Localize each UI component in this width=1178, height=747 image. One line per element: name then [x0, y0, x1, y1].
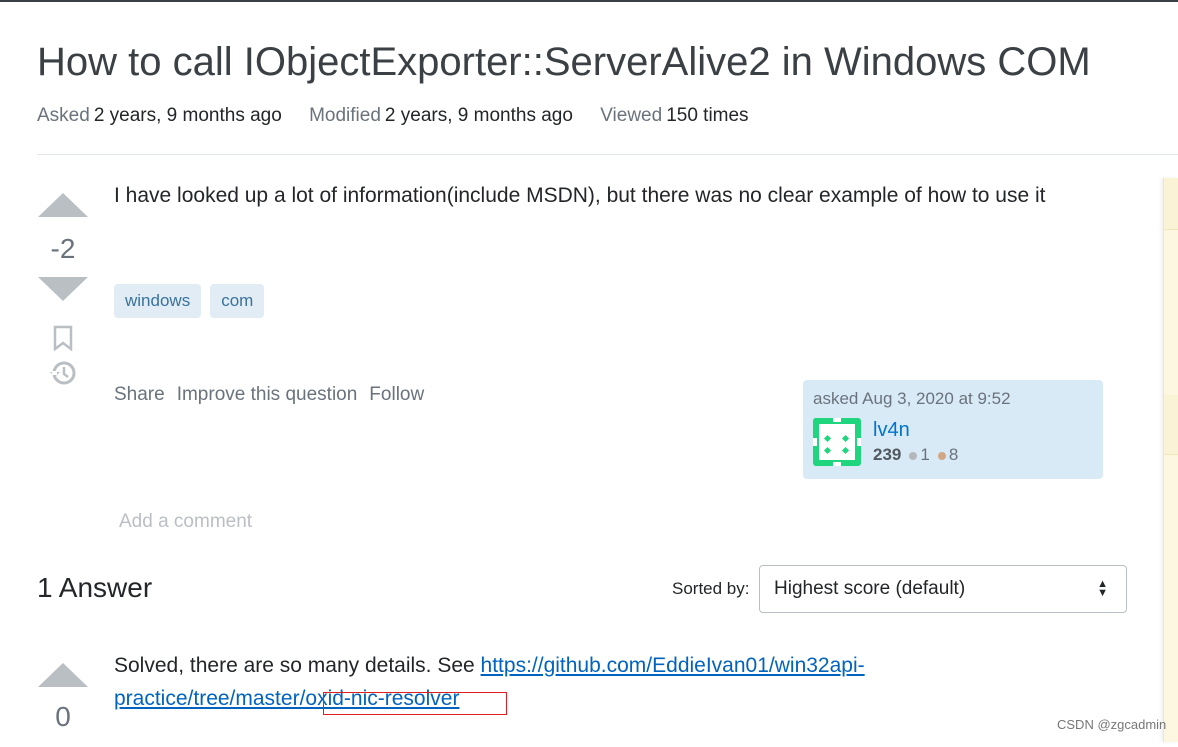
bronze-badge-count: 8	[948, 445, 959, 464]
viewed-value: 150 times	[666, 105, 749, 126]
asked-label: Asked	[37, 105, 90, 126]
asked-timestamp[interactable]: asked Aug 3, 2020 at 9:52	[813, 389, 1093, 409]
sort-value: Highest score (default)	[774, 578, 966, 599]
tag-windows[interactable]: windows	[114, 284, 202, 318]
post-actions: Share Improve this question Follow	[114, 384, 424, 406]
upvote-button[interactable]	[38, 193, 88, 217]
sidebar-panel	[1163, 178, 1178, 742]
share-link[interactable]: Share	[114, 384, 165, 406]
modified-label: Modified	[309, 105, 381, 126]
user-name[interactable]: lv4n	[873, 419, 910, 442]
follow-link[interactable]: Follow	[369, 384, 424, 406]
answer-text: Solved, there are so many details. See	[114, 654, 481, 677]
answer-body: Solved, there are so many details. See h…	[114, 649, 1114, 715]
question-meta: Asked 2 years, 9 months ago Modified 2 yea…	[37, 105, 771, 127]
user-card: asked Aug 3, 2020 at 9:52 lv4n 239 1 8	[803, 380, 1103, 479]
tag-list: windows com	[114, 284, 265, 318]
reputation-score: 239	[873, 445, 902, 464]
highlight-box	[323, 692, 507, 715]
silver-badge-count: 1	[920, 445, 930, 464]
divider	[37, 154, 1178, 155]
answer-link-line1[interactable]: https://github.com/EddieIvan01/win32api-	[481, 654, 865, 677]
modified-value[interactable]: 2 years, 9 months ago	[385, 105, 573, 126]
avatar[interactable]	[813, 418, 861, 466]
answers-heading: 1 Answer	[37, 572, 153, 603]
question-body: I have looked up a lot of information(in…	[114, 184, 1046, 207]
sort-select[interactable]: Highest score (default) ▲ ▼	[759, 565, 1127, 613]
answer-score: 0	[55, 701, 71, 732]
question-vote: -2	[37, 193, 89, 387]
question-score: -2	[50, 233, 76, 264]
bronze-badge-icon	[937, 451, 946, 460]
improve-question-link[interactable]: Improve this question	[177, 384, 358, 406]
question-title[interactable]: How to call IObjectExporter::ServerAlive…	[37, 40, 1091, 85]
answer-upvote-button[interactable]	[38, 663, 88, 687]
asked-value: 2 years, 9 months ago	[93, 105, 282, 126]
sort-arrows-icon: ▲ ▼	[1097, 578, 1108, 599]
watermark: CSDN @zgcadmin	[1057, 717, 1167, 732]
tag-com[interactable]: com	[210, 284, 265, 318]
downvote-button[interactable]	[38, 277, 88, 301]
viewed-label: Viewed	[600, 105, 663, 126]
add-comment-link[interactable]: Add a comment	[119, 511, 252, 533]
answer-vote: 0	[37, 663, 89, 747]
silver-badge-icon	[909, 451, 918, 460]
bookmark-icon[interactable]	[52, 325, 74, 352]
history-icon[interactable]	[49, 359, 77, 387]
sorted-by-label: Sorted by:	[672, 579, 750, 598]
user-reputation: 239 1 8	[873, 445, 958, 465]
top-bar	[0, 0, 1178, 2]
